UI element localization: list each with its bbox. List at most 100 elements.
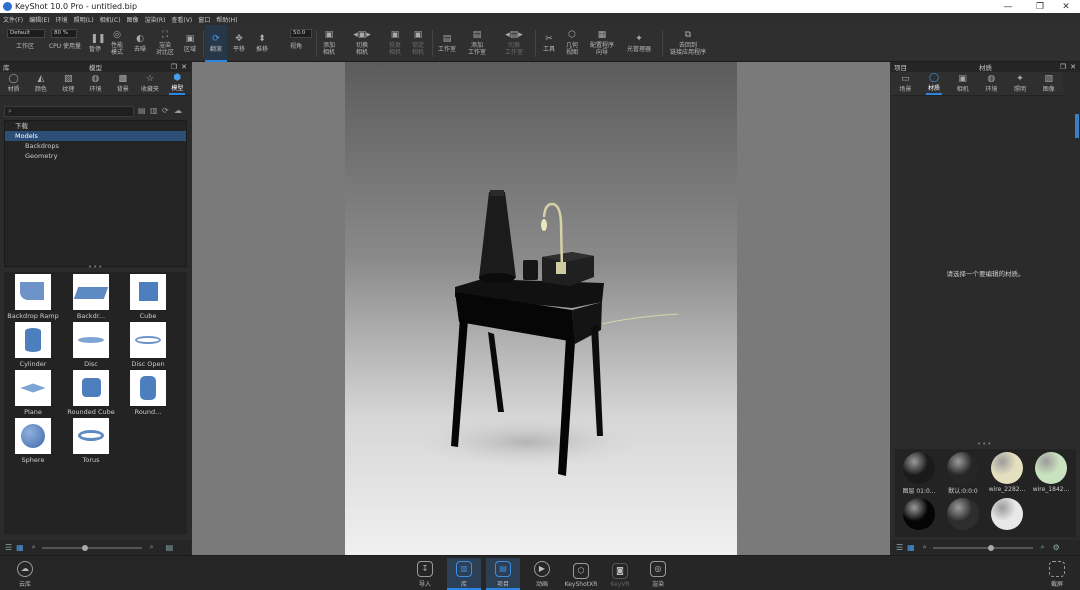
geometry-view-button[interactable]: ⬡ 几何 视图 bbox=[561, 25, 583, 62]
model-item[interactable]: Disc bbox=[65, 322, 117, 370]
tree-item-backdrops[interactable]: Backdrops bbox=[5, 141, 186, 151]
menu-camera[interactable]: 相机(C) bbox=[97, 15, 124, 24]
reset-camera-button[interactable]: ▣ 恢复 相机 bbox=[384, 25, 406, 62]
list-view-icon[interactable]: ☰ bbox=[896, 543, 903, 552]
library-button[interactable]: ▥ 库 bbox=[447, 558, 481, 590]
model-item[interactable]: Torus bbox=[65, 418, 117, 466]
list-view-icon[interactable]: ☰ bbox=[5, 543, 12, 552]
animation-button[interactable]: ▶ 动画 bbox=[525, 558, 559, 590]
model-item[interactable]: Backdr... bbox=[65, 274, 117, 322]
keyshotxr-button[interactable]: ⬡ KeyShotXR bbox=[563, 558, 599, 590]
denoise-button[interactable]: ◐ 去噪 bbox=[129, 25, 151, 62]
tab-scene[interactable]: ▭ 场景 bbox=[891, 72, 920, 95]
maximize-button[interactable]: ❐ bbox=[1026, 0, 1054, 13]
model-item[interactable]: Sphere bbox=[7, 418, 59, 466]
region-button[interactable]: ▣ 区域 bbox=[179, 25, 201, 62]
zoom-in-icon[interactable]: ⌕ bbox=[1041, 543, 1045, 552]
render-button[interactable]: ◎ 渲染 bbox=[641, 558, 675, 590]
menu-window[interactable]: 窗口 bbox=[195, 15, 213, 24]
material-item[interactable] bbox=[899, 498, 939, 542]
link-app-button[interactable]: ⧉ 去回到 链接应用程序 bbox=[664, 25, 712, 62]
add-folder-icon[interactable]: ▥ bbox=[150, 106, 158, 115]
screenshot-button[interactable]: 截屏 bbox=[1040, 558, 1074, 590]
model-item[interactable]: Plane bbox=[7, 370, 59, 418]
performance-mode-button[interactable]: ◎ 性能 模式 bbox=[106, 25, 128, 62]
close-button[interactable]: ✕ bbox=[1052, 0, 1080, 13]
material-item[interactable]: 图层 01:0... bbox=[899, 452, 939, 496]
tab-material[interactable]: ◯ 材质 bbox=[920, 72, 949, 95]
model-item[interactable]: Rounded Cube bbox=[65, 370, 117, 418]
splitter-handle[interactable]: ••• bbox=[88, 263, 103, 271]
configurator-wizard-button[interactable]: ▦ 配置程序 向导 bbox=[586, 25, 618, 62]
material-item[interactable]: wire_2282... bbox=[987, 452, 1027, 496]
model-item[interactable]: Backdrop Ramp bbox=[7, 274, 59, 322]
menu-render[interactable]: 渲染(R) bbox=[142, 15, 169, 24]
dolly-button[interactable]: ⬍ 推移 bbox=[251, 25, 273, 62]
model-item[interactable]: Cylinder bbox=[7, 322, 59, 370]
workspace-button[interactable]: 工作区 bbox=[6, 31, 44, 62]
material-item[interactable]: 默认:0:0:0 bbox=[943, 452, 983, 496]
tab-lighting[interactable]: ✦ 照明 bbox=[1006, 72, 1035, 95]
float-icon[interactable]: ❐ bbox=[171, 63, 177, 71]
menu-lighting[interactable]: 照明(L) bbox=[71, 15, 97, 24]
lock-camera-button[interactable]: ▣ 锁定 相机 bbox=[407, 25, 429, 62]
tree-item-downloads[interactable]: 下载 bbox=[5, 121, 186, 131]
light-manager-button[interactable]: ✦ 光管理器 bbox=[622, 25, 656, 62]
add-studio-button[interactable]: ▤ 添加 工作室 bbox=[463, 25, 491, 62]
project-button[interactable]: ▤ 项目 bbox=[486, 558, 520, 590]
add-camera-button[interactable]: ▣ 添加 相机 bbox=[318, 25, 340, 62]
pause-button[interactable]: ❚❚ 暂停 bbox=[84, 25, 106, 62]
model-item[interactable]: Cube bbox=[122, 274, 174, 322]
menu-image[interactable]: 图像 bbox=[124, 15, 142, 24]
refresh-icon[interactable]: ⟳ bbox=[162, 106, 169, 115]
slider-handle[interactable] bbox=[987, 544, 994, 551]
cpu-usage-button[interactable]: CPU 使用量 bbox=[46, 31, 84, 62]
tab-materials[interactable]: ◯ 材质 bbox=[0, 72, 27, 95]
perspective-button[interactable]: 视角 bbox=[278, 31, 314, 62]
switch-studio-button[interactable]: ◂▤▸ 切换 工作室 bbox=[497, 25, 531, 62]
model-item[interactable]: Round... bbox=[122, 370, 174, 418]
grid-view-icon[interactable]: ▦ bbox=[16, 543, 24, 552]
model-item[interactable]: Disc Open bbox=[122, 322, 174, 370]
thumbnail-size-slider[interactable] bbox=[932, 544, 1033, 551]
menu-file[interactable]: 文件(F) bbox=[0, 15, 26, 24]
library-search-input[interactable]: ⌕ bbox=[4, 106, 134, 117]
grid-view-icon[interactable]: ▦ bbox=[907, 543, 915, 552]
menu-view[interactable]: 查看(V) bbox=[168, 15, 195, 24]
folder-icon[interactable]: ▤ bbox=[138, 106, 146, 115]
render-compare-button[interactable]: ⛶ 渲染 对比区 bbox=[152, 25, 178, 62]
material-item[interactable] bbox=[987, 498, 1027, 542]
pan-button[interactable]: ✥ 平移 bbox=[228, 25, 250, 62]
studio-button[interactable]: ▤ 工作室 bbox=[434, 25, 460, 62]
close-icon[interactable]: ✕ bbox=[1070, 63, 1076, 71]
settings-icon[interactable]: ⚙ bbox=[1053, 543, 1060, 552]
splitter-handle[interactable]: ••• bbox=[977, 440, 992, 448]
menu-help[interactable]: 帮助(H) bbox=[213, 15, 240, 24]
slider-handle[interactable] bbox=[81, 544, 88, 551]
tab-backplates[interactable]: ▩ 背景 bbox=[109, 72, 136, 95]
zoom-out-icon[interactable]: ⌕ bbox=[923, 543, 927, 552]
tree-item-models[interactable]: Models bbox=[5, 131, 186, 141]
import-button[interactable]: ↧ 导入 bbox=[408, 558, 442, 590]
tab-models[interactable]: ⬢ 模型 bbox=[164, 72, 191, 95]
tab-environments[interactable]: ◍ 环境 bbox=[82, 72, 109, 95]
tab-camera[interactable]: ▣ 相机 bbox=[948, 72, 977, 95]
tab-image[interactable]: ▨ 图像 bbox=[1034, 72, 1063, 95]
scrollbar[interactable] bbox=[1075, 114, 1079, 138]
cloud-library-button[interactable]: ☁ 云库 bbox=[8, 558, 42, 590]
tab-favorites[interactable]: ☆ 收藏夹 bbox=[136, 72, 163, 95]
thumbnail-size-slider[interactable] bbox=[41, 544, 142, 551]
folder-open-icon[interactable]: ▤ bbox=[166, 543, 174, 552]
cloud-library-icon[interactable]: ☁ bbox=[174, 106, 182, 115]
menu-environment[interactable]: 环境 bbox=[53, 15, 71, 24]
tools-button[interactable]: ✂ 工具 bbox=[538, 25, 560, 62]
switch-camera-button[interactable]: ◂▣▸ 切换 相机 bbox=[345, 25, 379, 62]
float-icon[interactable]: ❐ bbox=[1060, 63, 1066, 71]
minimize-button[interactable]: — bbox=[994, 0, 1022, 13]
material-item[interactable]: wire_1842... bbox=[1031, 452, 1071, 496]
zoom-in-icon[interactable]: ⌕ bbox=[150, 543, 154, 552]
menu-edit[interactable]: 编辑(E) bbox=[26, 15, 52, 24]
zoom-out-icon[interactable]: ⌕ bbox=[32, 543, 36, 552]
tumble-button[interactable]: ⟳ 翻滚 bbox=[205, 25, 227, 62]
material-item[interactable] bbox=[943, 498, 983, 542]
